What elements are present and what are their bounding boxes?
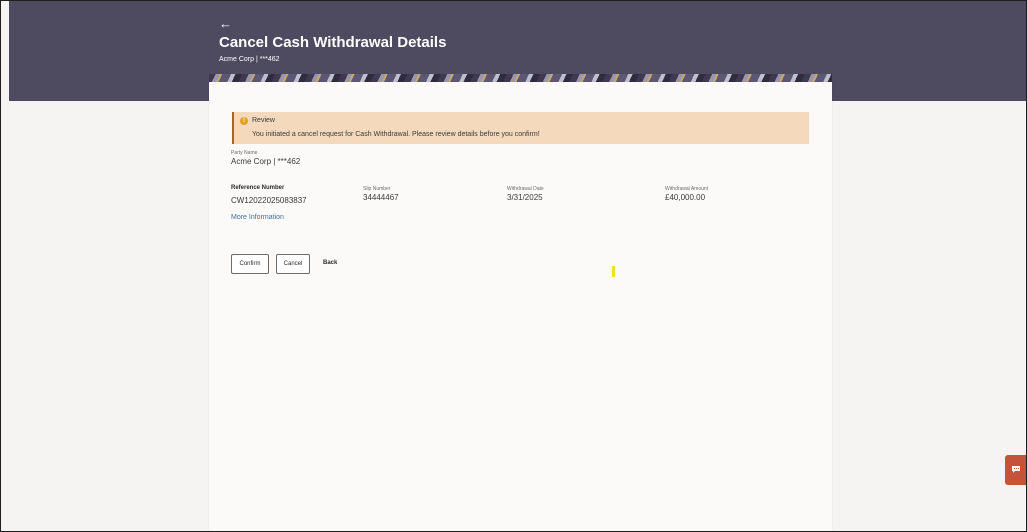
review-message: You initiated a cancel request for Cash … [252,131,540,138]
withdrawal-amount-label: Withdrawal Amount [665,186,709,192]
reference-number-label: Reference Number [231,185,285,191]
more-information-link[interactable]: More Information [231,214,284,221]
cancel-button[interactable]: Cancel [276,254,310,274]
page-title: Cancel Cash Withdrawal Details [219,34,447,51]
party-name-value: Acme Corp | ***462 [231,157,301,166]
warning-icon: ! [240,117,248,125]
app-window: ← Cancel Cash Withdrawal Details Acme Co… [0,0,1027,532]
chat-button[interactable] [1005,455,1026,485]
details-card: ! Review You initiated a cancel request … [209,82,832,531]
slip-number-value: 34444467 [363,193,399,202]
party-name-label: Party Name [231,150,258,156]
review-title: Review [252,117,275,124]
withdrawal-date-label: Withdrawal Date [507,186,544,192]
withdrawal-date-value: 3/31/2025 [507,193,543,202]
chat-icon [1012,466,1020,473]
text-cursor [612,266,615,277]
back-arrow-icon[interactable]: ← [219,17,232,30]
page-subtitle: Acme Corp | ***462 [219,56,280,63]
back-button[interactable]: Back [323,260,337,266]
reference-number-value: CW12022025083837 [231,196,307,205]
confirm-button[interactable]: Confirm [231,254,269,274]
review-banner: ! Review You initiated a cancel request … [232,112,809,144]
slip-number-label: Slip Number [363,186,391,192]
withdrawal-amount-value: £40,000.00 [665,193,706,202]
decorative-pattern [209,74,832,82]
